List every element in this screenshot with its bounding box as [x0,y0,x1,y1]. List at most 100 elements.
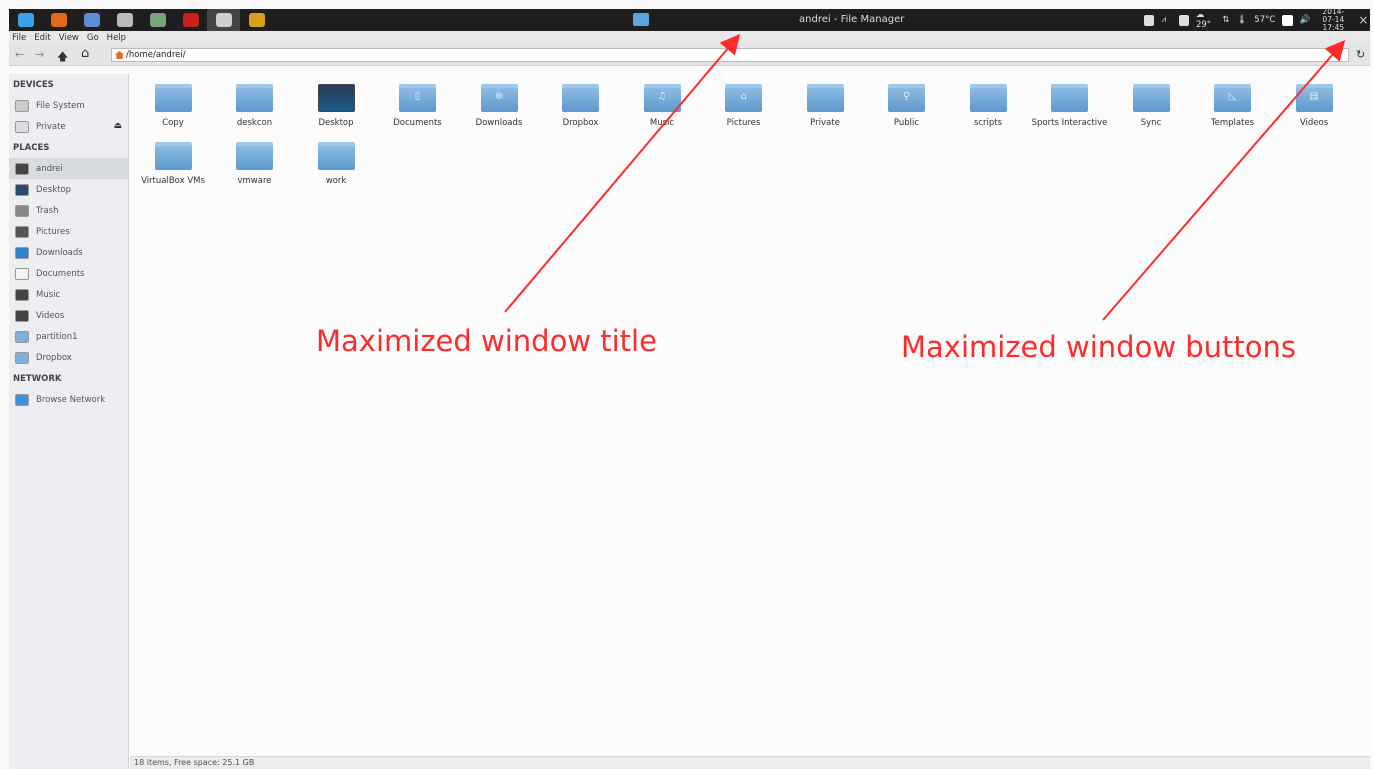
folder-item[interactable]: ⌂ Pictures [705,84,783,128]
menu-help[interactable]: Help [107,33,126,43]
folder-label: VirtualBox VMs [141,176,205,186]
downloads-icon [15,246,29,259]
folder-icon [154,84,192,112]
folder-icon: ▯ [399,84,436,112]
menu-view[interactable]: View [59,33,79,43]
yakyak-icon [83,13,100,27]
menu-edit[interactable]: Edit [34,33,50,43]
eject-icon[interactable]: ⏏ [113,121,122,131]
videos-icon [15,309,29,322]
folder-icon [562,84,599,112]
reload-button[interactable]: ↻ [1356,48,1365,61]
sidebar-item-dropbox[interactable]: Dropbox [9,347,128,368]
folder-icon [1132,84,1170,112]
network-icon[interactable]: ⇅ [1222,15,1229,25]
folder-label: vmware [237,176,272,186]
annotation-title-label: Maximized window title [316,324,657,358]
folder-item[interactable]: work [297,142,375,186]
volume-icon[interactable]: 🔊 [1300,15,1311,25]
folder-label: Sports Interactive [1031,118,1108,128]
folder-label: Videos [1299,118,1329,128]
folder-item[interactable]: ⚲ Public [868,84,946,128]
back-button[interactable]: ← [15,48,24,61]
weather-indicator[interactable]: ☁ 29° [1196,10,1215,30]
folder-icon: ⊕ [480,84,518,112]
sidebar-item-label: Videos [36,310,65,321]
folder-item[interactable]: Sports Interactive [1031,84,1109,128]
chart-icon[interactable]: ⩘ [1161,15,1171,26]
folder-item[interactable]: VirtualBox VMs [134,142,212,186]
folder-icon [1051,84,1088,112]
folder-item[interactable]: Sync [1112,84,1190,128]
folder-emblem: ◺ [1228,91,1237,102]
folder-item[interactable]: Dropbox [542,84,620,128]
location-bar[interactable]: /home/andrei/ [111,48,1349,62]
sidebar-item-music[interactable]: Music [9,284,128,305]
sidebar-item-pictures[interactable]: Pictures [9,221,128,242]
folder-item[interactable]: ◺ Templates [1194,84,1272,128]
launcher-5[interactable] [174,9,207,31]
close-window-button[interactable]: × [1358,13,1368,27]
pictures-icon [15,225,29,238]
clock[interactable]: 2014-07-14 17:45 [1317,8,1349,32]
devices-list: File System Private ⏏ [9,95,128,137]
folder-item[interactable]: Copy [134,84,212,128]
sidebar-item-documents[interactable]: Documents [9,263,128,284]
folder-emblem: ▯ [414,91,421,102]
launcher-2[interactable] [75,9,108,31]
sidebar-item-trash[interactable]: Trash [9,200,128,221]
file-manager-icon[interactable] [633,13,649,26]
home-button[interactable]: ⌂ [81,46,89,61]
sidebar-item-label: Downloads [36,247,83,258]
calendar-icon[interactable] [1144,14,1155,26]
firefox-icon [50,13,67,27]
launcher-1[interactable] [42,9,75,31]
folder-item[interactable]: ▯ Documents [379,84,457,128]
sidebar-item-browse-network[interactable]: Browse Network [9,389,128,410]
folder-item[interactable]: scripts [949,84,1027,128]
sidebar-item-desktop[interactable]: Desktop [9,179,128,200]
folder-item[interactable]: ▤ Videos [1275,84,1353,128]
folder-item[interactable]: deskcon [216,84,294,128]
menu-file[interactable]: File [12,33,26,43]
folder-icon [236,142,273,170]
clock-date: 2014-07-14 [1322,7,1345,24]
folder-icon [806,84,844,112]
monitor-icon[interactable] [1178,14,1189,26]
folder-item[interactable]: ⊕ Downloads [460,84,538,128]
trash-icon [15,204,29,217]
sidebar-item-private[interactable]: Private ⏏ [9,116,128,137]
folder-item[interactable]: vmware [216,142,294,186]
sidebar-item-file-system[interactable]: File System [9,95,128,116]
checkbox-icon[interactable] [1282,14,1293,26]
folder-label: Templates [1210,118,1255,128]
menu-go[interactable]: Go [87,33,99,43]
file-manager-icon [215,13,232,27]
file-manager-icon [116,13,133,27]
weather-temp: 29° [1195,20,1212,30]
launcher-7[interactable] [240,9,273,31]
documents-icon [15,267,29,280]
folder-item[interactable]: Desktop [297,84,375,128]
folder-item[interactable]: ♫ Music [623,84,701,128]
file-view[interactable]: Copy deskcon Desktop ▯ Documents ⊕ Downloads Dr… [130,74,1370,756]
sidebar-item-downloads[interactable]: Downloads [9,242,128,263]
drive-icon [15,120,29,133]
forward-button[interactable]: → [35,48,44,61]
folder-item[interactable]: Private [786,84,864,128]
launcher-3[interactable] [108,9,141,31]
system-monitor-icon [149,13,166,27]
sidebar-item-label: Documents [36,268,85,279]
sidebar-item-label: Trash [36,205,59,216]
sidebar-item-partition1[interactable]: partition1 [9,326,128,347]
sidebar-item-label: Browse Network [36,394,106,405]
filezilla-icon [182,13,199,27]
up-button[interactable]: 🡅 [57,48,68,67]
launcher-4[interactable] [141,9,174,31]
launcher-6[interactable] [207,9,240,31]
launcher-0[interactable] [9,9,42,31]
sidebar-item-videos[interactable]: Videos [9,305,128,326]
folder-label: deskcon [236,118,273,128]
network-list: Browse Network [9,389,128,410]
sidebar-item-andrei[interactable]: andrei [9,158,128,179]
